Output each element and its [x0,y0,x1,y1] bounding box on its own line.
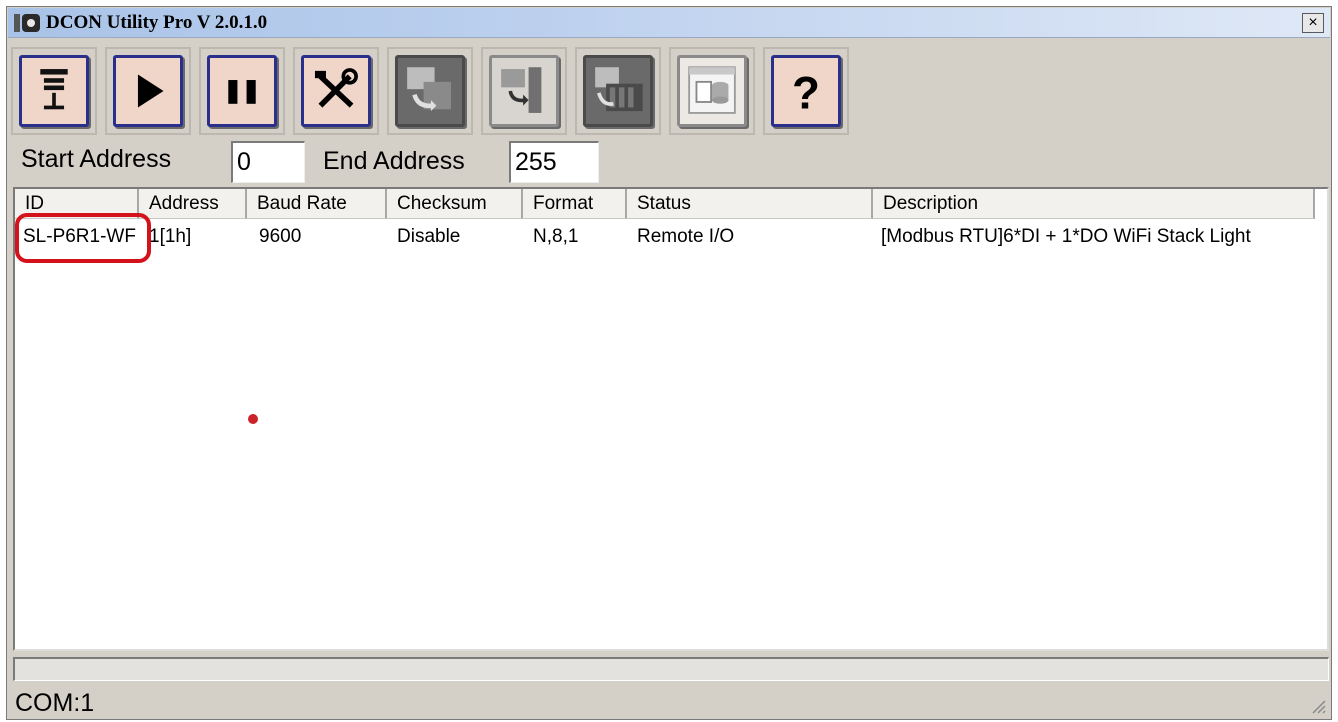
end-address-label: End Address [323,147,465,175]
cell-address: 1[1h] [149,226,192,247]
cell-checksum: Disable [397,226,461,247]
end-address-input[interactable]: 255 [509,141,599,183]
cell-baud-rate: 9600 [259,226,302,247]
toolbar: ? [11,43,851,137]
help-icon: ? [792,67,820,118]
column-header-checksum[interactable]: Checksum [387,189,523,219]
com-port-button[interactable] [11,47,97,135]
firmware-update-button[interactable] [481,47,567,135]
start-address-label: Start Address [21,145,172,173]
svg-text:?: ? [792,67,820,118]
column-header-address[interactable]: Address [139,189,247,219]
module-list[interactable]: ID Address Baud Rate Checksum Format Sta… [13,187,1329,651]
progress-bar [13,657,1329,681]
cell-format: N,8,1 [533,226,579,247]
module-config-icon [407,67,452,112]
column-header-baud-rate[interactable]: Baud Rate [247,189,387,219]
title-bar[interactable]: DCON Utility Pro V 2.0.1.0 × [8,8,1330,38]
highlight-annotation [15,213,151,263]
com-port-icon [40,69,68,110]
play-icon [137,74,164,108]
pause-button[interactable] [199,47,285,135]
table-header: ID Address Baud Rate Checksum Format Sta… [15,189,1327,219]
address-range-row: Start Address 0 End Address 255 [7,139,1327,185]
status-bar: COM:1 [7,685,1331,719]
table-row[interactable]: SL-P6R1-WF 1[1h] 9600 Disable N,8,1 Remo… [15,221,1327,253]
app-window: DCON Utility Pro V 2.0.1.0 × ? Start Add… [6,6,1332,720]
window-title: DCON Utility Pro V 2.0.1.0 [46,12,268,33]
start-address-input[interactable]: 0 [231,141,305,183]
firmware-update-icon [501,67,542,113]
tools-icon [314,68,358,108]
com-port-status: COM:1 [15,689,95,717]
close-button[interactable]: × [1302,13,1324,33]
module-config-button[interactable] [387,47,473,135]
resize-grip-icon[interactable] [1309,697,1327,715]
column-header-description[interactable]: Description [873,189,1315,219]
pause-icon [228,80,256,104]
rack-module-button[interactable] [575,47,661,135]
tools-button[interactable] [293,47,379,135]
app-logo-icon [14,14,40,32]
rack-module-icon [595,67,643,112]
search-button[interactable] [105,47,191,135]
cell-status: Remote I/O [637,226,735,247]
cursor-marker [248,414,258,424]
help-button[interactable]: ? [763,47,849,135]
column-header-format[interactable]: Format [523,189,627,219]
database-button[interactable] [669,47,755,135]
database-icon [688,66,736,114]
column-header-status[interactable]: Status [627,189,873,219]
cell-description: [Modbus RTU]6*DI + 1*DO WiFi Stack Light [881,226,1251,247]
